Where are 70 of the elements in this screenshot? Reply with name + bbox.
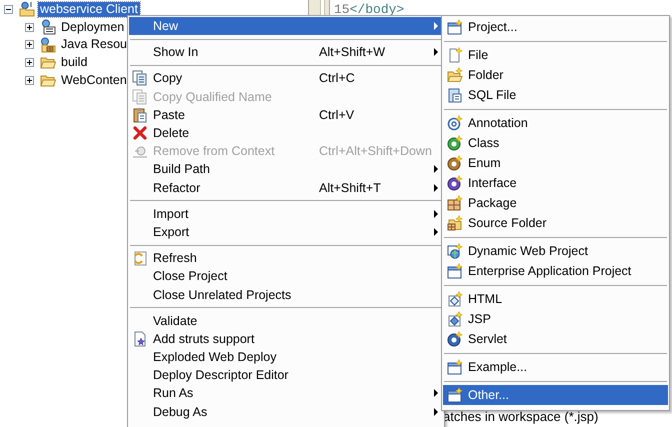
circle-icon <box>447 135 463 151</box>
window-icon <box>447 359 463 375</box>
shortcut-label: Alt+Shift+T <box>319 180 381 195</box>
globe-icon <box>447 243 463 259</box>
menu-item[interactable]: Folder <box>443 65 668 85</box>
menu-item[interactable]: Servlet <box>443 329 668 349</box>
menu-item[interactable]: Enterprise Application Project <box>443 261 668 281</box>
diamond-icon <box>447 311 463 327</box>
menu-item[interactable]: File <box>443 45 668 65</box>
menu-item[interactable]: Annotation <box>443 113 668 133</box>
menu-item[interactable]: HTML <box>443 289 668 309</box>
menu-item[interactable]: Other... <box>443 385 668 405</box>
package-icon <box>447 195 463 211</box>
tree-item[interactable]: WebConten <box>59 72 129 88</box>
menu-item[interactable]: Package <box>443 193 668 213</box>
menu-item[interactable]: Add struts support <box>129 330 443 348</box>
shortcut-label: Alt+Shift+W <box>319 45 385 60</box>
menu-item[interactable]: Dynamic Web Project <box>443 241 668 261</box>
menu-item[interactable]: JSP <box>443 309 668 329</box>
expand-icon[interactable] <box>25 76 34 85</box>
menu-item[interactable]: Validate <box>129 312 443 330</box>
menu-item[interactable]: Interface <box>443 173 668 193</box>
window-icon <box>447 19 463 35</box>
expand-icon[interactable] <box>25 58 34 67</box>
menu-item[interactable]: New <box>129 17 443 36</box>
tree-item[interactable]: build <box>59 54 90 70</box>
expand-icon[interactable] <box>25 40 34 50</box>
folder-icon <box>447 215 463 231</box>
delete-icon <box>132 125 148 142</box>
code-line: </body> <box>350 2 404 17</box>
descriptor-icon <box>40 19 56 36</box>
menu-item[interactable]: Close Project <box>129 267 443 286</box>
menu-item[interactable]: Exploded Web Deploy <box>129 348 443 366</box>
tree-item[interactable]: webservice Client <box>38 2 140 17</box>
page-icon <box>132 330 148 347</box>
menu-item[interactable]: Delete <box>129 124 443 142</box>
copy-icon <box>132 70 148 86</box>
menu-item[interactable]: SQL File <box>443 85 668 105</box>
tree-item[interactable]: Deploymen <box>59 20 126 35</box>
folder-icon <box>447 67 463 83</box>
collapse-icon[interactable] <box>4 4 13 14</box>
file-icon <box>447 47 463 63</box>
menu-item[interactable]: Deploy Descriptor Editor <box>129 366 443 384</box>
copy-icon <box>132 88 148 105</box>
window-icon <box>447 387 463 403</box>
project-folder-icon <box>19 1 35 18</box>
menu-item[interactable]: Class <box>443 133 668 153</box>
shortcut-label: Ctrl+Alt+Shift+Down <box>319 144 432 158</box>
menu-item[interactable]: Close Unrelated Projects <box>129 285 443 304</box>
circle-icon <box>447 331 463 347</box>
shortcut-label: Ctrl+V <box>319 108 354 122</box>
diamond-icon <box>447 291 463 307</box>
shortcut-label: Ctrl+C <box>319 71 355 86</box>
circle-icon <box>447 175 463 191</box>
tree-item[interactable]: Java Resou <box>59 37 130 52</box>
refresh-icon <box>132 250 148 266</box>
window-icon <box>447 263 463 279</box>
menu-item[interactable]: Source Folder <box>443 213 668 233</box>
menu-item[interactable]: Paste Ctrl+V <box>129 106 443 124</box>
expand-icon[interactable] <box>25 22 34 32</box>
document-icon <box>447 87 463 103</box>
menu-item[interactable]: Refresh <box>129 249 443 268</box>
menu-item[interactable]: Copy Ctrl+C <box>129 69 443 88</box>
clipboard-icon <box>132 106 148 123</box>
menu-item[interactable]: Project... <box>443 17 668 37</box>
menu-item[interactable]: Enum <box>443 153 668 173</box>
package-folder-icon <box>40 36 56 53</box>
circle-icon <box>447 155 463 171</box>
menu-item[interactable]: Example... <box>443 357 668 377</box>
line-number: 15 <box>334 2 350 17</box>
